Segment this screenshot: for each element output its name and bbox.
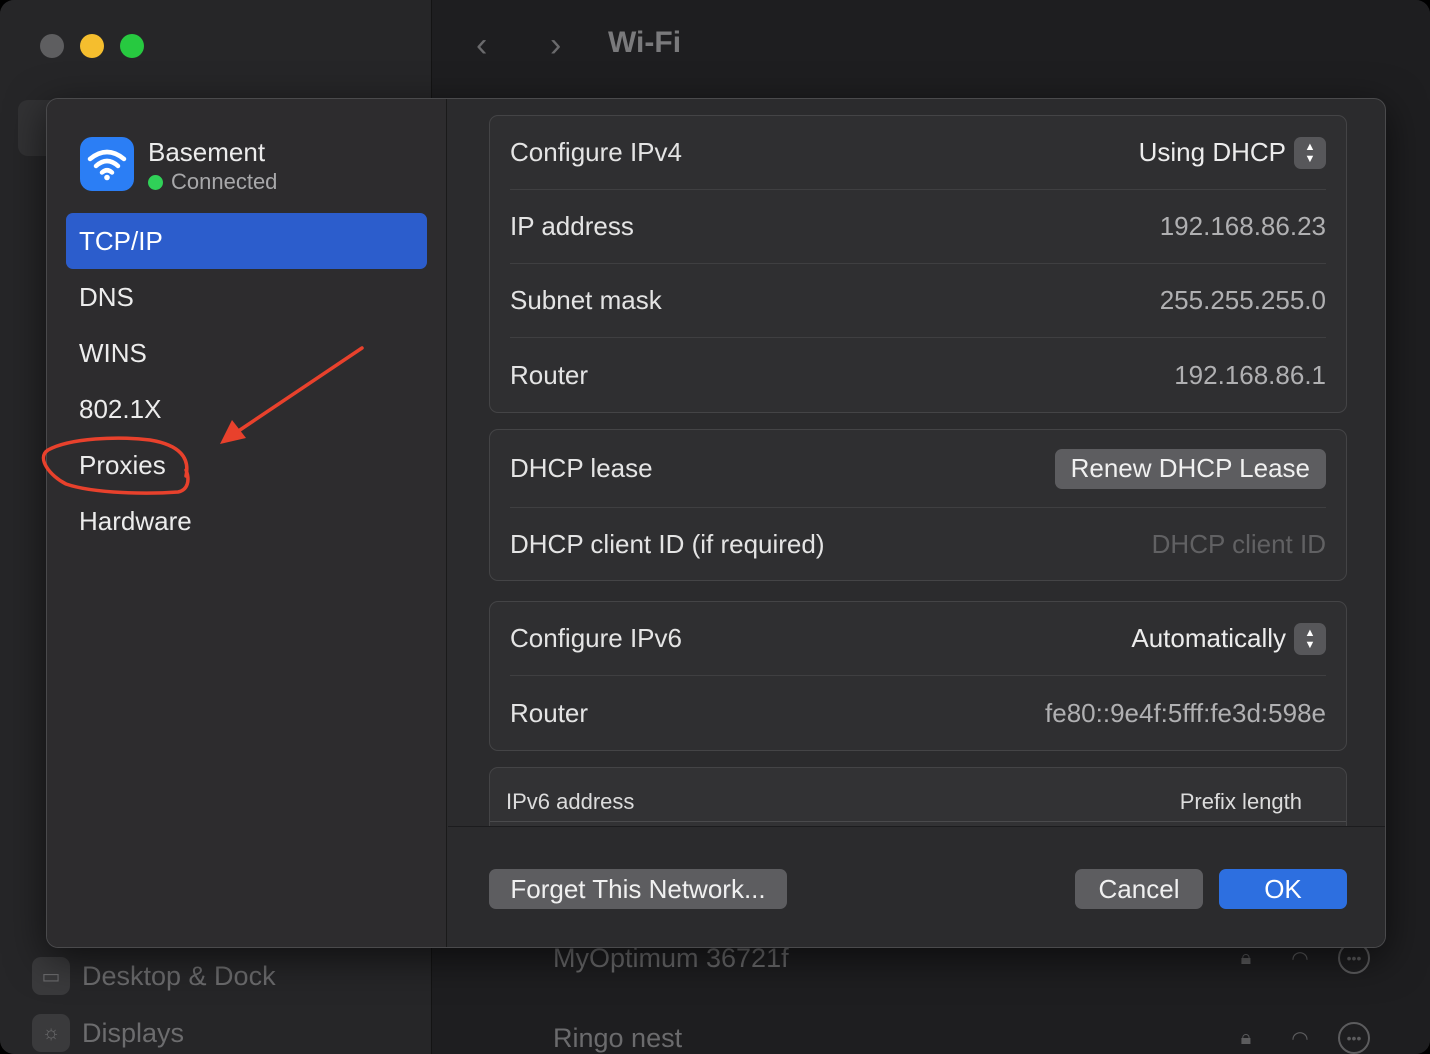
nav-item-8021x[interactable]: 802.1X (66, 381, 427, 437)
configure-ipv6-value: Automatically (1131, 623, 1286, 653)
ipv6-address-table-header: IPv6 address Prefix length (489, 767, 1347, 826)
lock-icon: 🔒︎ (1240, 1026, 1252, 1049)
page-title: Wi-Fi (608, 26, 682, 59)
ip-address-value: 192.168.86.23 (1159, 211, 1326, 241)
network-details-sheet: Basement Connected TCP/IP DNS WINS 802.1… (46, 98, 1386, 948)
ipv6-router-value: fe80::9e4f:5fff:fe3d:598e (1045, 697, 1326, 728)
connection-status: Connected (148, 169, 277, 195)
column-header-ipv6-address[interactable]: IPv6 address (506, 789, 634, 815)
sidebar-item-desktop-dock[interactable]: ▭ Desktop & Dock (32, 957, 276, 995)
forward-arrow-icon[interactable]: › (550, 26, 561, 65)
configure-ipv6-row: Configure IPv6 Automatically ▲ ▼ (510, 602, 1326, 676)
ip-address-label: IP address (510, 211, 634, 241)
configure-ipv4-popup[interactable]: Using DHCP ▲ ▼ (1138, 136, 1326, 169)
tcpip-panel: Configure IPv4 Using DHCP ▲ ▼ IP address … (448, 99, 1385, 826)
sidebar-item-label: Desktop & Dock (82, 960, 276, 991)
forget-network-button[interactable]: Forget This Network... (489, 869, 787, 909)
nav-item-tcpip[interactable]: TCP/IP (66, 213, 427, 269)
configure-ipv4-value: Using DHCP (1138, 137, 1286, 167)
configure-ipv6-label: Configure IPv6 (510, 623, 682, 653)
wifi-icon (80, 137, 134, 191)
configure-ipv4-label: Configure IPv4 (510, 137, 682, 167)
network-name: Ringo nest (553, 1022, 683, 1053)
dhcp-client-id-row: DHCP client ID (if required) DHCP client… (510, 508, 1326, 580)
network-name: Basement (148, 137, 266, 167)
nav-item-proxies[interactable]: Proxies (66, 437, 427, 493)
network-header: Basement Connected (80, 137, 277, 195)
sheet-footer: Forget This Network... Cancel OK (448, 826, 1385, 947)
displays-icon: ☼ (32, 1014, 70, 1052)
dhcp-client-id-label: DHCP client ID (if required) (510, 528, 825, 559)
ip-address-row: IP address 192.168.86.23 (510, 190, 1326, 264)
subnet-mask-label: Subnet mask (510, 285, 662, 315)
more-icon[interactable]: ••• (1338, 1022, 1370, 1054)
wifi-signal-icon: ◠ (1291, 1027, 1309, 1050)
ipv6-group: Configure IPv6 Automatically ▲ ▼ Router f… (489, 601, 1347, 751)
router-row: Router 192.168.86.1 (510, 338, 1326, 412)
dhcp-lease-row: DHCP lease Renew DHCP Lease (510, 430, 1326, 508)
dhcp-group: DHCP lease Renew DHCP Lease DHCP client … (489, 429, 1347, 581)
ok-button[interactable]: OK (1219, 869, 1347, 909)
renew-dhcp-lease-button[interactable]: Renew DHCP Lease (1054, 448, 1326, 489)
close-window-button[interactable] (40, 34, 64, 58)
dhcp-client-id-field[interactable]: DHCP client ID (1152, 529, 1326, 560)
details-sidebar: Basement Connected TCP/IP DNS WINS 802.1… (47, 99, 447, 947)
ipv4-group: Configure IPv4 Using DHCP ▲ ▼ IP address … (489, 115, 1347, 413)
configure-ipv4-row: Configure IPv4 Using DHCP ▲ ▼ (510, 116, 1326, 190)
cancel-button[interactable]: Cancel (1075, 869, 1203, 909)
chevron-up-down-icon: ▲ ▼ (1294, 622, 1326, 655)
nav-item-wins[interactable]: WINS (66, 325, 427, 381)
dock-icon: ▭ (32, 957, 70, 995)
configure-ipv6-popup[interactable]: Automatically ▲ ▼ (1131, 622, 1326, 655)
chevron-up-down-icon: ▲ ▼ (1294, 136, 1326, 169)
status-dot-icon (148, 174, 163, 190)
router-value: 192.168.86.1 (1174, 359, 1326, 390)
dhcp-lease-label: DHCP lease (510, 453, 653, 483)
nav-item-dns[interactable]: DNS (66, 269, 427, 325)
details-nav: TCP/IP DNS WINS 802.1X Proxies Hardware (66, 213, 427, 549)
network-row[interactable]: Ringo nest 🔒︎ ◠ ••• (553, 1022, 1370, 1054)
zoom-window-button[interactable] (120, 34, 144, 58)
ipv6-router-row: Router fe80::9e4f:5fff:fe3d:598e (510, 676, 1326, 750)
status-label: Connected (171, 169, 278, 194)
column-header-prefix-length[interactable]: Prefix length (1180, 789, 1302, 815)
subnet-mask-row: Subnet mask 255.255.255.0 (510, 264, 1326, 338)
sidebar-item-label: Displays (82, 1017, 185, 1048)
subnet-mask-value: 255.255.255.0 (1159, 285, 1326, 315)
router-label: Router (510, 359, 589, 390)
back-arrow-icon[interactable]: ‹ (476, 26, 487, 65)
ipv6-router-label: Router (510, 697, 589, 728)
nav-item-hardware[interactable]: Hardware (66, 493, 427, 549)
minimize-window-button[interactable] (80, 34, 104, 58)
sidebar-item-displays[interactable]: ☼ Displays (32, 1014, 184, 1052)
